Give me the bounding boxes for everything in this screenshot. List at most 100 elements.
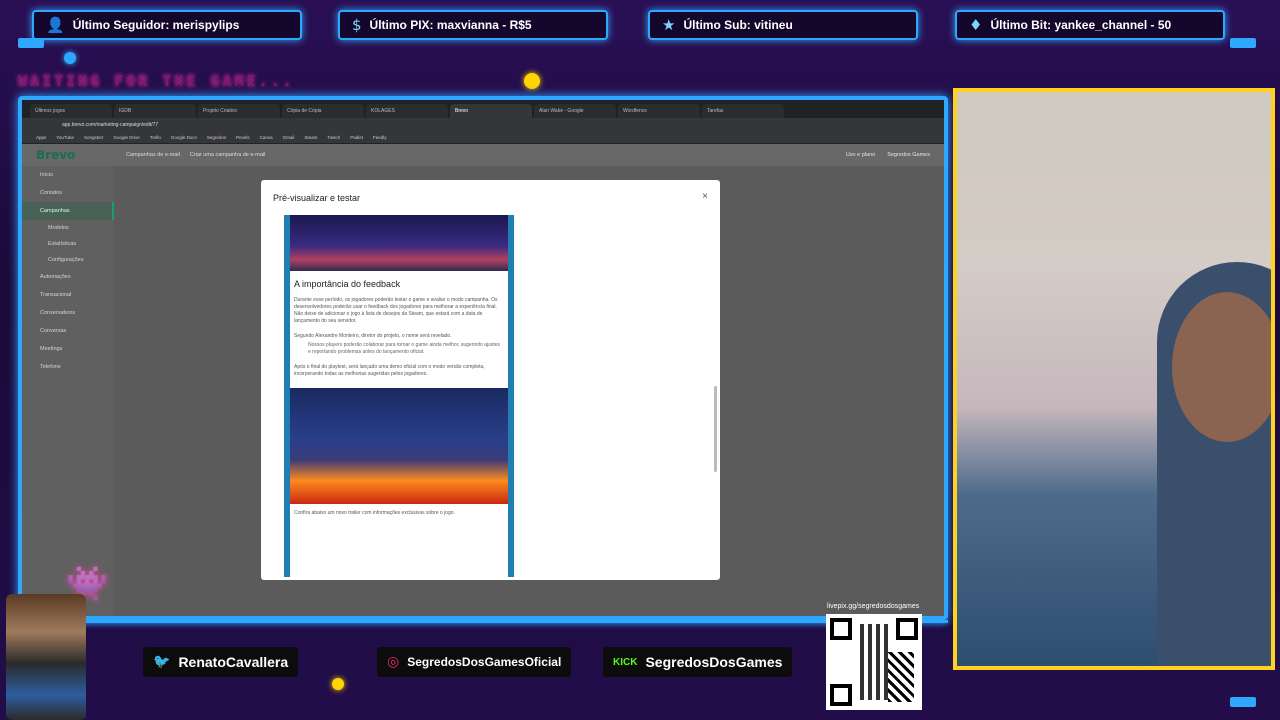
sidebar-item-settings[interactable]: Configurações bbox=[22, 252, 114, 268]
browser-tabs: Últimos jogos IGDB Projeto Criativo Cópi… bbox=[22, 100, 944, 118]
bookmark[interactable]: Google Drive bbox=[113, 135, 139, 140]
brand-logo[interactable]: Brevo bbox=[36, 148, 126, 162]
sidebar-item-phone[interactable]: Telefone bbox=[22, 358, 114, 376]
decor-bar bbox=[1230, 38, 1256, 48]
game-screenshot-image bbox=[290, 215, 508, 271]
bookmark[interactable]: Canva bbox=[260, 135, 273, 140]
close-icon[interactable]: × bbox=[702, 191, 708, 202]
social-instagram: ◎ SegredosDosGamesOficial bbox=[377, 647, 572, 677]
bookmark[interactable]: Trello bbox=[150, 135, 161, 140]
sidebar-item-automations[interactable]: Automações bbox=[22, 268, 114, 286]
webcam-feed bbox=[953, 88, 1275, 670]
game-screenshot-image bbox=[290, 388, 508, 504]
article-paragraph: Após o final do playtest, será lançado u… bbox=[294, 364, 485, 377]
decor-dot bbox=[64, 52, 76, 64]
star-icon: ★ bbox=[662, 16, 676, 34]
decor-dot bbox=[332, 678, 344, 690]
sidebar-item-meetings[interactable]: Meetings bbox=[22, 340, 114, 358]
sidebar-item-templates[interactable]: Modelos bbox=[22, 220, 114, 236]
browser-tab[interactable]: IGDB bbox=[114, 104, 196, 118]
sidebar-item-conversations[interactable]: Conversations bbox=[22, 304, 114, 322]
sidebar-item-chats[interactable]: Conversas bbox=[22, 322, 114, 340]
bookmark[interactable]: Songsterr bbox=[84, 135, 104, 140]
browser-tab[interactable]: Tarefas bbox=[702, 104, 784, 118]
bookmark[interactable]: Feedly bbox=[373, 135, 387, 140]
decor-dot bbox=[524, 73, 540, 89]
breadcrumb-item: Criar uma campanha de e-mail bbox=[189, 152, 266, 158]
modal-title: Pré-visualizar e testar bbox=[273, 193, 361, 203]
browser-tab-active[interactable]: Brevo bbox=[450, 104, 532, 118]
bookmark[interactable]: Steam bbox=[304, 135, 317, 140]
sidebar-item-campaigns[interactable]: Campanhas bbox=[22, 202, 114, 220]
screen-capture: Últimos jogos IGDB Projeto Criativo Cópi… bbox=[18, 96, 948, 620]
header-actions: Uso e plano Segredos Games bbox=[846, 152, 930, 158]
twitter-icon: 🐦 bbox=[153, 654, 171, 670]
sidebar-item-contacts[interactable]: Contatos bbox=[22, 184, 114, 202]
waiting-banner: WAITING FOR THE GAME... bbox=[18, 72, 295, 90]
alert-text: Último Bit: yankee_channel - 50 bbox=[990, 18, 1172, 32]
article-heading: A importância do feedback bbox=[294, 279, 401, 289]
qr-label: livepix.gg/segredosdosgames bbox=[827, 603, 920, 610]
bookmark[interactable]: Gmail bbox=[283, 135, 295, 140]
article-quote: Nossos players poderão colaborar para to… bbox=[308, 342, 501, 355]
url-text: app.brevo.com/marketing-campaign/edit/77 bbox=[62, 122, 159, 128]
account-menu[interactable]: Segredos Games bbox=[887, 152, 930, 158]
qr-finder bbox=[830, 684, 852, 706]
article-paragraph: Durante esse período, os jogadores poder… bbox=[294, 297, 498, 324]
alert-text: Último PIX: maxvianna - R$5 bbox=[369, 18, 532, 32]
alert-last-follower: 👤 Último Seguidor: merispylips bbox=[32, 10, 302, 40]
bookmark[interactable]: Twitch bbox=[327, 135, 340, 140]
bookmark[interactable]: Padlet bbox=[350, 135, 363, 140]
instagram-icon: ◎ bbox=[387, 654, 400, 670]
social-handle: SegredosDosGames bbox=[645, 654, 783, 670]
bookmark[interactable]: YouTube bbox=[56, 135, 74, 140]
browser-tab[interactable]: Últimos jogos bbox=[30, 104, 112, 118]
qr-finder bbox=[830, 618, 852, 640]
bookmark[interactable]: Segredos bbox=[207, 135, 226, 140]
pixel-avatar bbox=[6, 594, 86, 720]
bookmark[interactable]: Apps bbox=[36, 135, 46, 140]
sidebar-item-statistics[interactable]: Estatísticas bbox=[22, 236, 114, 252]
address-bar[interactable]: app.brevo.com/marketing-campaign/edit/77 bbox=[22, 118, 944, 132]
sidebar: Início Contatos Campanhas Modelos Estatí… bbox=[22, 166, 114, 616]
person-icon: 👤 bbox=[46, 16, 65, 34]
brevo-app: Brevo Campanhas de e-mail Criar uma camp… bbox=[22, 144, 944, 616]
qr-pattern bbox=[888, 652, 914, 702]
browser-tab[interactable]: Cópia de Cópia bbox=[282, 104, 364, 118]
bookmark[interactable]: Pexels bbox=[236, 135, 250, 140]
divider bbox=[18, 620, 948, 623]
decor-bar bbox=[1230, 697, 1256, 707]
streamer-face bbox=[1172, 292, 1271, 442]
qr-code bbox=[826, 614, 922, 710]
qr-pattern bbox=[860, 624, 888, 700]
alert-text: Último Sub: vitineu bbox=[683, 18, 793, 32]
breadcrumb-item[interactable]: Campanhas de e-mail bbox=[126, 152, 180, 158]
preview-modal: Pré-visualizar e testar × A importância … bbox=[261, 180, 720, 580]
sidebar-item-home[interactable]: Início bbox=[22, 166, 114, 184]
article-footer-text: Confira abaixo um novo trailer com infor… bbox=[294, 510, 455, 516]
kick-icon: KICK bbox=[613, 656, 638, 668]
alert-last-pix: $ Último PIX: maxvianna - R$5 bbox=[338, 10, 608, 40]
social-twitter: 🐦 RenatoCavallera bbox=[143, 647, 299, 677]
email-preview[interactable]: A importância do feedback Durante esse p… bbox=[284, 215, 514, 577]
bookmarks-bar: Apps YouTube Songsterr Google Drive Trel… bbox=[22, 132, 944, 144]
browser-tab[interactable]: Wordfence bbox=[618, 104, 700, 118]
diamond-icon: ♦ bbox=[969, 16, 983, 34]
social-handle: RenatoCavallera bbox=[178, 654, 289, 670]
browser-tab[interactable]: Alan Wake - Google bbox=[534, 104, 616, 118]
app-header: Brevo Campanhas de e-mail Criar uma camp… bbox=[22, 144, 944, 166]
browser-tab[interactable]: KOLAGES bbox=[366, 104, 448, 118]
alert-last-bit: ♦ Último Bit: yankee_channel - 50 bbox=[955, 10, 1225, 40]
alert-last-sub: ★ Último Sub: vitineu bbox=[648, 10, 918, 40]
usage-plan-link[interactable]: Uso e plano bbox=[846, 152, 875, 158]
browser-tab[interactable]: Projeto Criativo bbox=[198, 104, 280, 118]
social-handle: SegredosDosGamesOficial bbox=[407, 655, 562, 669]
bookmark[interactable]: Google Docs bbox=[171, 135, 197, 140]
article-paragraph: Segundo Alexandre Monteiro, diretor do p… bbox=[294, 333, 452, 339]
sidebar-item-transactional[interactable]: Transacional bbox=[22, 286, 114, 304]
modal-scrollbar[interactable] bbox=[714, 386, 717, 472]
social-kick: KICK SegredosDosGames bbox=[603, 647, 793, 677]
dollar-icon: $ bbox=[352, 16, 362, 34]
qr-finder bbox=[896, 618, 918, 640]
alert-text: Último Seguidor: merispylips bbox=[72, 18, 240, 32]
